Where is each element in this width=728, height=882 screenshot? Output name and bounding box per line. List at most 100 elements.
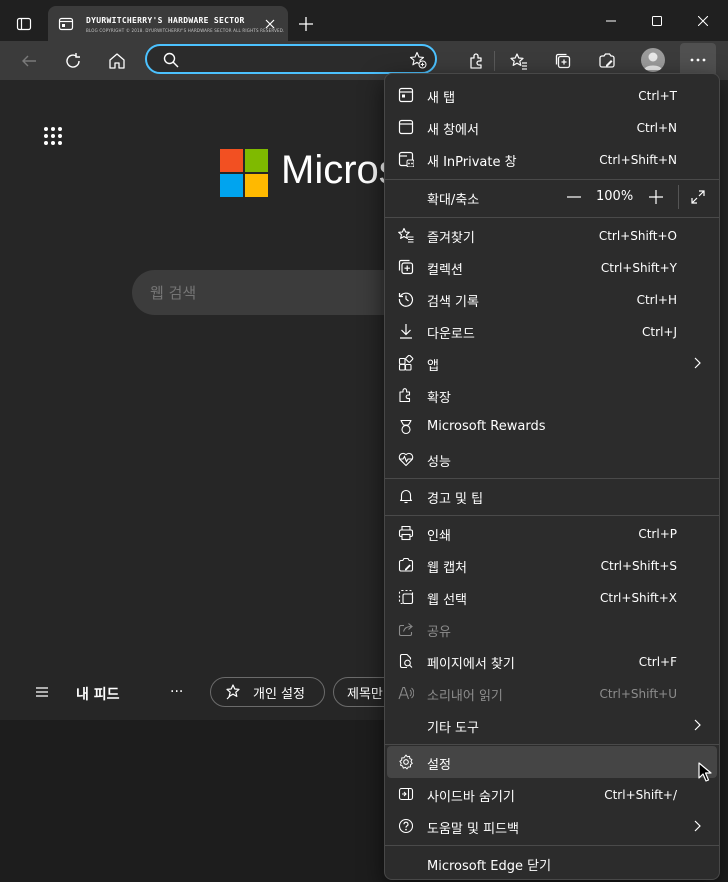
menu-item-label: 도움말 및 피드백 (427, 822, 519, 837)
history-icon (398, 292, 414, 307)
download-icon (400, 324, 412, 339)
chevron-right-icon (694, 357, 701, 369)
address-bar[interactable] (145, 44, 437, 74)
settings-and-more-button[interactable] (680, 43, 716, 77)
feed-menu-icon[interactable] (33, 683, 51, 701)
menu-item-label: 앱 (427, 359, 439, 374)
zoom-out-button[interactable] (563, 186, 585, 208)
sparkle-edit-icon (226, 684, 240, 700)
heart-pulse-icon (398, 452, 414, 467)
menu-item-label: 설정 (427, 758, 451, 773)
toolbar-divider (494, 51, 495, 71)
share-icon (398, 623, 413, 637)
personalize-button[interactable]: 개인 설정 (210, 677, 325, 707)
tab-actions-button[interactable] (12, 12, 36, 36)
page-favicon-icon (58, 17, 74, 31)
favorites-star-icon (398, 227, 414, 243)
menu-item-downloads[interactable]: 다운로드 Ctrl+J (387, 315, 717, 347)
zoom-in-button[interactable] (645, 186, 667, 208)
maximize-button[interactable] (634, 6, 680, 36)
feed-more-button[interactable]: ··· (170, 684, 183, 700)
printer-icon (398, 525, 414, 541)
menu-item-favorites[interactable]: 즐겨찾기 Ctrl+Shift+O (387, 219, 717, 251)
menu-item-zoom: 확대/축소 100% (387, 181, 717, 213)
web-search-input[interactable] (148, 282, 392, 304)
tab-subtitle: BLOG COPYRIGHT © 2018. DYURWITCHERRY'S H… (86, 28, 285, 33)
inprivate-icon (398, 151, 414, 167)
refresh-button[interactable] (57, 45, 89, 77)
menu-item-label: 검색 기록 (427, 295, 479, 310)
menu-item-share: 공유 (387, 613, 717, 645)
help-icon (398, 818, 414, 834)
menu-item-new-inprivate[interactable]: 새 InPrivate 창 Ctrl+Shift+N (387, 143, 717, 175)
menu-item-label: 컬렉션 (427, 263, 463, 278)
new-tab-button[interactable] (294, 12, 318, 36)
menu-item-label: 다운로드 (427, 327, 475, 342)
menu-item-new-tab[interactable]: 새 탭 Ctrl+T (387, 79, 717, 111)
menu-item-label: 새 탭 (427, 91, 456, 106)
menu-item-shortcut: Ctrl+Shift+/ (604, 788, 677, 802)
menu-item-settings[interactable]: 설정 (387, 746, 717, 778)
menu-item-shortcut: Ctrl+Shift+X (600, 591, 677, 605)
chevron-right-icon (694, 719, 701, 731)
back-button[interactable] (13, 45, 45, 77)
settings-and-more-menu: 새 탭 Ctrl+T 새 창에서 Ctrl+N 새 InPrivate 창 Ct… (384, 73, 720, 880)
browser-tab[interactable]: DYURWITCHERRY'S HARDWARE SECTOR BLOG COP… (48, 6, 288, 42)
web-capture-icon (398, 557, 414, 572)
full-screen-button[interactable] (687, 186, 709, 208)
menu-item-hide-sidebar[interactable]: 사이드바 숨기기 Ctrl+Shift+/ (387, 778, 717, 810)
close-icon (265, 19, 275, 29)
menu-item-collections[interactable]: 컬렉션 Ctrl+Shift+Y (387, 251, 717, 283)
menu-item-shortcut: Ctrl+H (636, 293, 677, 307)
menu-item-web-capture[interactable]: 웹 캡처 Ctrl+Shift+S (387, 549, 717, 581)
menu-item-shortcut: Ctrl+P (638, 527, 677, 541)
address-input[interactable] (189, 50, 393, 72)
personalize-label: 개인 설정 (253, 686, 305, 702)
home-button[interactable] (101, 45, 133, 77)
menu-item-label: 확대/축소 (427, 193, 480, 208)
profile-avatar[interactable] (641, 48, 665, 72)
menu-item-label: 인쇄 (427, 529, 451, 544)
menu-item-performance[interactable]: 성능 (387, 443, 717, 475)
menu-item-label: 페이지에서 찾기 (427, 657, 515, 672)
menu-item-find-on-page[interactable]: 페이지에서 찾기 Ctrl+F (387, 645, 717, 677)
close-icon (698, 16, 708, 26)
expand-icon (691, 190, 705, 204)
menu-item-new-window[interactable]: 새 창에서 Ctrl+N (387, 111, 717, 143)
menu-item-extensions[interactable]: 확장 (387, 379, 717, 411)
menu-item-more-tools[interactable]: 기타 도구 (387, 709, 717, 741)
menu-item-apps[interactable]: 앱 (387, 347, 717, 379)
tab-close-button[interactable] (260, 14, 280, 34)
minimize-button[interactable] (588, 6, 634, 36)
mouse-cursor-icon (698, 762, 712, 782)
new-window-icon (398, 119, 414, 135)
close-window-button[interactable] (680, 6, 726, 36)
menu-item-web-select[interactable]: 웹 선택 Ctrl+Shift+X (387, 581, 717, 613)
apps-icon (398, 355, 414, 371)
menu-item-help-feedback[interactable]: 도움말 및 피드백 (387, 810, 717, 842)
menu-item-alerts-tips[interactable]: 경고 및 팁 (387, 480, 717, 512)
menu-item-label: Microsoft Edge 닫기 (427, 859, 552, 874)
menu-item-label: 공유 (427, 625, 451, 640)
menu-item-label: 사이드바 숨기기 (427, 790, 515, 805)
gear-icon (399, 754, 413, 770)
add-favorite-icon[interactable] (409, 51, 427, 69)
my-feed-title[interactable]: 내 피드 (76, 684, 120, 704)
menu-item-shortcut: Ctrl+N (636, 121, 677, 135)
menu-item-history[interactable]: 검색 기록 Ctrl+H (387, 283, 717, 315)
tab-title: DYURWITCHERRY'S HARDWARE SECTOR (86, 16, 245, 25)
menu-item-rewards[interactable]: Microsoft Rewards (387, 411, 717, 443)
microsoft-logo (220, 149, 268, 197)
search-icon (163, 52, 179, 68)
menu-item-print[interactable]: 인쇄 Ctrl+P (387, 517, 717, 549)
user-icon (644, 52, 662, 70)
rewards-medal-icon (400, 419, 412, 435)
more-horizontal-icon (690, 58, 706, 62)
app-launcher-icon[interactable] (43, 126, 63, 146)
home-icon (109, 53, 125, 69)
menu-item-shortcut: Ctrl+J (642, 325, 677, 339)
menu-item-close-edge[interactable]: Microsoft Edge 닫기 (387, 847, 717, 879)
menu-item-shortcut: Ctrl+Shift+S (600, 559, 677, 573)
web-capture-icon (599, 53, 615, 68)
puzzle-icon (399, 388, 411, 403)
